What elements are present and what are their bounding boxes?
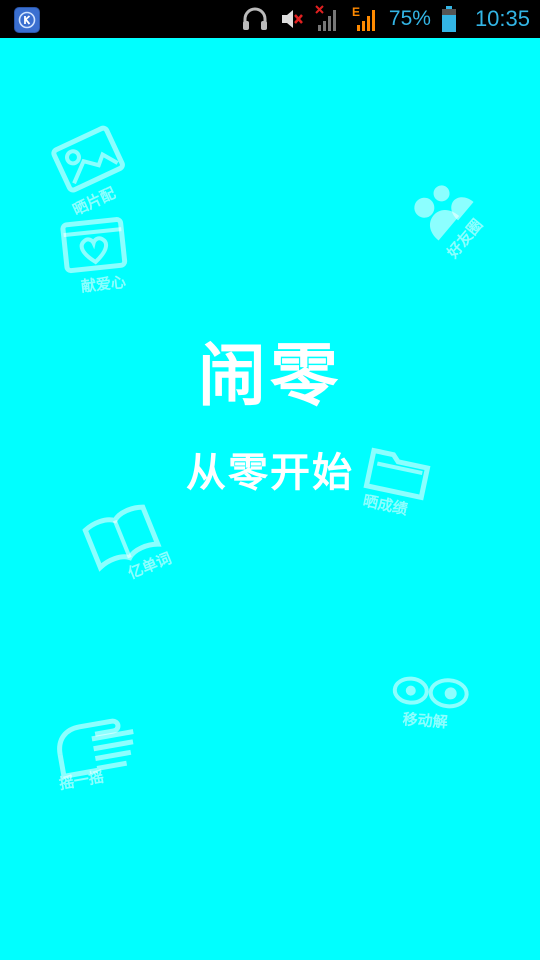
eyes-doodle: 移动解 (388, 671, 472, 733)
signal-edge-icon: E (351, 5, 379, 33)
eyes-icon (390, 671, 472, 712)
book-doodle: 亿单词 (79, 497, 175, 594)
volume-muted-icon (279, 6, 305, 32)
heart-card-icon (58, 215, 129, 278)
people-doodle: 好友圈 (399, 167, 497, 262)
app-title: 闹零 (197, 337, 342, 416)
svg-text:E: E (352, 5, 360, 19)
heart-card-doodle: 献爱心 (58, 215, 132, 298)
heart-card-doodle-label: 献爱心 (80, 272, 127, 296)
headphones-icon (241, 6, 269, 32)
battery-percent: 75% (388, 7, 431, 30)
signal-no-sim-icon (315, 5, 341, 33)
splash-screen[interactable]: 晒片配 献爱心 好友圈 晒成绩 亿单词 移动解 摇一摇 闹零 从零开始 (0, 38, 540, 960)
hand-doodle: 摇一摇 (48, 707, 147, 794)
battery-icon (441, 5, 457, 33)
eyes-doodle-label: 移动解 (402, 710, 449, 732)
app-slogan: 从零开始 (186, 450, 354, 496)
photo-doodle: 晒片配 (45, 119, 142, 220)
status-bar: E 75% 10:35 (0, 0, 540, 38)
clock-time: 10:35 (474, 6, 530, 31)
app-k-icon (14, 7, 40, 33)
